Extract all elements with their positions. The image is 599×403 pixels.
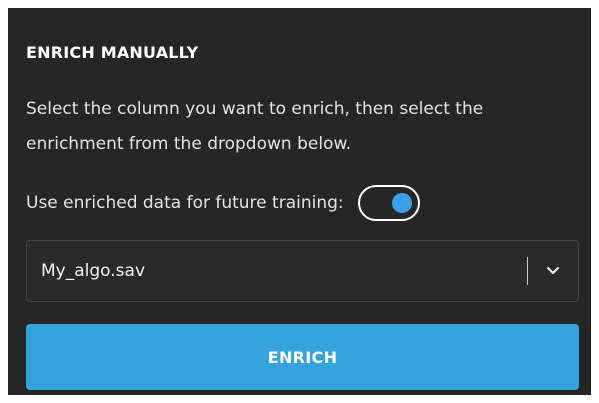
select-separator (527, 257, 528, 285)
toggle-label: Use enriched data for future training: (26, 193, 344, 213)
chevron-down-icon[interactable] (542, 260, 564, 282)
future-training-toggle[interactable] (357, 185, 420, 221)
enrich-button[interactable]: ENRICH (26, 324, 579, 390)
enrichment-select[interactable]: My_algo.sav (26, 240, 579, 302)
toggle-knob (391, 193, 412, 213)
panel-description: Select the column you want to enrich, th… (26, 99, 484, 154)
enrich-manually-panel: ENRICH MANUALLY Select the column you wa… (8, 8, 591, 395)
panel-title: ENRICH MANUALLY (26, 43, 199, 62)
future-training-toggle-row: Use enriched data for future training: (26, 183, 420, 223)
selected-enrichment-value: My_algo.sav (41, 261, 146, 281)
